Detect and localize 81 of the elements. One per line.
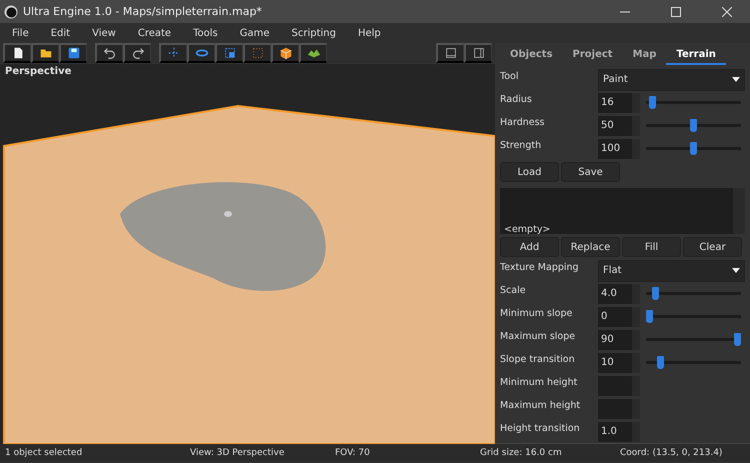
toolbar-button[interactable] bbox=[187, 43, 215, 63]
slider-thumb[interactable] bbox=[646, 310, 653, 323]
button[interactable]: Clear bbox=[683, 237, 742, 257]
slider-thumb[interactable] bbox=[690, 119, 697, 132]
close-icon bbox=[722, 6, 732, 16]
menu-item[interactable]: Edit bbox=[50, 28, 70, 38]
viewport[interactable]: Perspective bbox=[0, 64, 495, 444]
number-field[interactable]: 1.0 bbox=[598, 422, 640, 442]
toolbar-button[interactable] bbox=[271, 43, 299, 63]
status-text: FOV: 70 bbox=[335, 448, 371, 458]
viewport-title: Perspective bbox=[5, 66, 72, 77]
tab[interactable]: Project bbox=[562, 49, 623, 65]
toolbar-button[interactable] bbox=[215, 43, 243, 63]
field-label: Radius bbox=[500, 93, 533, 105]
field-label: Height transition bbox=[500, 422, 581, 434]
toolbar-button[interactable] bbox=[123, 43, 151, 63]
dropdown[interactable]: Paint bbox=[598, 68, 745, 90]
redo-icon bbox=[130, 46, 144, 60]
menu-item[interactable]: View bbox=[92, 28, 116, 38]
list-item[interactable]: <empty> bbox=[504, 224, 550, 234]
field-label: Tool bbox=[500, 70, 520, 82]
menu-item[interactable]: Create bbox=[138, 28, 172, 38]
number-field[interactable]: 100 bbox=[598, 138, 640, 158]
button[interactable]: Add bbox=[500, 237, 559, 257]
tab[interactable]: Terrain bbox=[666, 49, 726, 65]
number-field[interactable]: 10 bbox=[598, 352, 640, 372]
toolbar-button[interactable] bbox=[464, 43, 492, 63]
number-field[interactable]: 90 bbox=[598, 330, 640, 350]
status-text: Coord: (13.5, 0, 213.4) bbox=[620, 448, 722, 458]
menu-item[interactable]: Help bbox=[358, 28, 381, 38]
menu-item[interactable]: Game bbox=[240, 28, 270, 38]
save-icon bbox=[66, 46, 80, 60]
field-label: Maximum slope bbox=[500, 330, 576, 342]
menu-item[interactable]: Scripting bbox=[292, 28, 336, 38]
number-field[interactable]: 4.0 bbox=[598, 284, 640, 304]
toolbar-button[interactable] bbox=[299, 43, 327, 63]
tab[interactable]: Objects bbox=[500, 49, 563, 65]
status-text: Grid size: 16.0 cm bbox=[480, 448, 563, 458]
tab[interactable]: Map bbox=[622, 49, 666, 65]
caret-icon bbox=[732, 268, 740, 273]
app-logo-icon bbox=[4, 4, 18, 18]
number-field[interactable]: 16 bbox=[598, 92, 640, 112]
status-text: 1 object selected bbox=[4, 448, 84, 458]
button[interactable]: Load bbox=[500, 162, 559, 182]
menu-item[interactable]: Tools bbox=[193, 28, 218, 38]
menu-item[interactable]: File bbox=[12, 28, 29, 38]
slider-thumb[interactable] bbox=[648, 96, 656, 109]
field-label: Scale bbox=[500, 284, 527, 296]
button[interactable]: Replace bbox=[561, 237, 620, 257]
toolbar-button[interactable] bbox=[3, 43, 31, 63]
status-text: View: 3D Perspective bbox=[190, 448, 286, 458]
field-label: Slope transition bbox=[500, 353, 576, 365]
side-panel-icon bbox=[472, 46, 486, 60]
slider-thumb[interactable] bbox=[652, 287, 660, 300]
caret-icon bbox=[732, 77, 740, 82]
number-field[interactable]: 0 bbox=[598, 306, 640, 326]
button[interactable]: Save bbox=[561, 162, 620, 182]
dropdown[interactable]: Flat bbox=[598, 260, 745, 282]
layer-list[interactable]: <empty> bbox=[500, 188, 745, 234]
slider-thumb[interactable] bbox=[690, 142, 697, 155]
bottom-panel-icon bbox=[444, 46, 458, 60]
slider-thumb[interactable] bbox=[657, 356, 664, 369]
toolbar-button[interactable] bbox=[436, 43, 464, 63]
toolbar-button[interactable] bbox=[95, 43, 123, 63]
field-label: Minimum height bbox=[500, 376, 578, 388]
field-label: Texture Mapping bbox=[500, 261, 580, 273]
toolbar-button[interactable] bbox=[31, 43, 59, 63]
toolbar-button[interactable] bbox=[59, 43, 87, 63]
dotted-square-icon bbox=[250, 46, 264, 60]
cube-icon bbox=[278, 46, 292, 60]
field-label: Strength bbox=[500, 139, 542, 151]
field-label: Hardness bbox=[500, 116, 546, 128]
maximize-icon bbox=[671, 6, 681, 16]
number-field[interactable]: 50 bbox=[598, 116, 640, 136]
field-label: Minimum slope bbox=[500, 307, 574, 319]
field-label: Maximum height bbox=[500, 399, 582, 411]
undo-icon bbox=[102, 46, 116, 60]
scale-icon bbox=[222, 46, 236, 60]
button[interactable]: Fill bbox=[622, 237, 681, 257]
slider-thumb[interactable] bbox=[734, 333, 741, 346]
window-title: Ultra Engine 1.0 - Maps/simpleterrain.map* bbox=[23, 5, 262, 18]
